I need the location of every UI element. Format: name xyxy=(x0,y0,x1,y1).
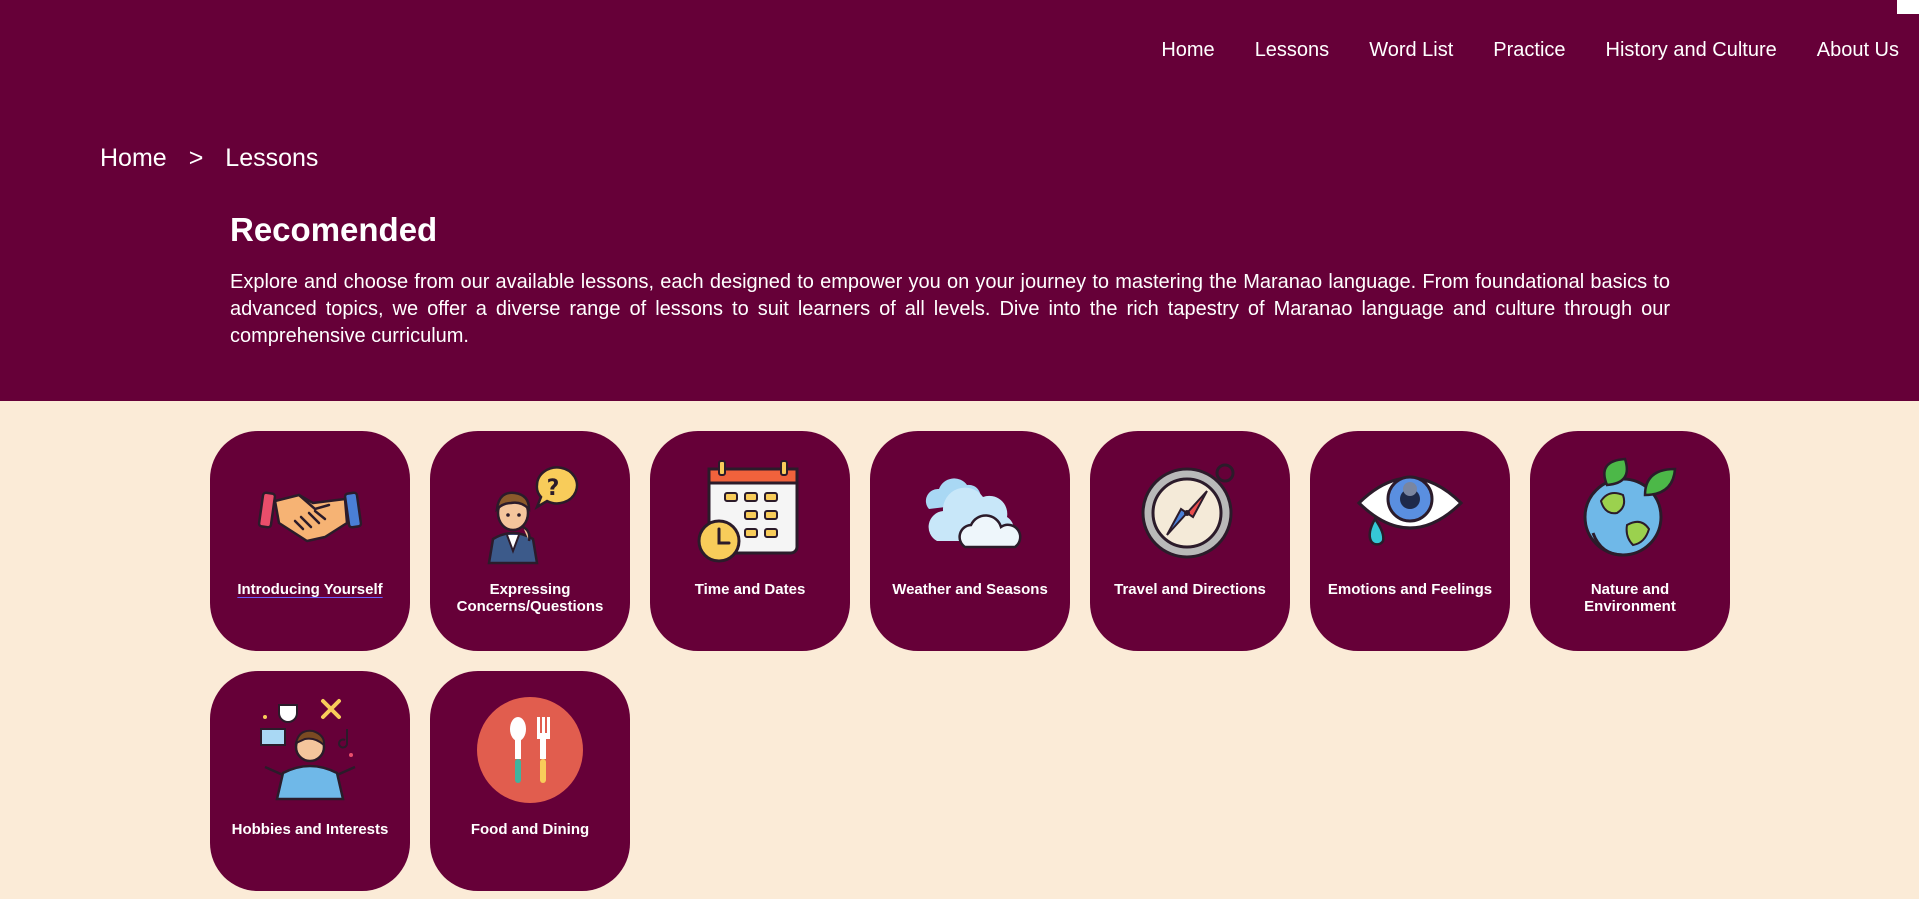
breadcrumb-separator: > xyxy=(188,144,204,172)
lesson-label: Expressing Concerns/Questions xyxy=(456,581,604,615)
nav-practice[interactable]: Practice xyxy=(1493,38,1565,62)
lesson-card-introducing-yourself[interactable]: Introducing Yourself xyxy=(210,431,410,651)
handshake-icon xyxy=(255,455,365,565)
breadcrumb: Home > Lessons xyxy=(100,143,318,173)
lesson-label: Weather and Seasons xyxy=(892,581,1048,598)
lesson-card-hobbies-and-interests[interactable]: Hobbies and Interests xyxy=(210,671,410,891)
svg-text:?: ? xyxy=(547,476,560,501)
hero-section: Home Lessons Word List Practice History … xyxy=(0,0,1919,401)
lesson-label: Introducing Yourself xyxy=(237,581,383,598)
lesson-card-nature-and-environment[interactable]: Nature and Environment xyxy=(1530,431,1730,651)
lesson-card-time-and-dates[interactable]: Time and Dates xyxy=(650,431,850,651)
lesson-label: Travel and Directions xyxy=(1114,581,1266,598)
nav-lessons[interactable]: Lessons xyxy=(1255,38,1330,62)
nav-history-culture[interactable]: History and Culture xyxy=(1606,38,1777,62)
lesson-grid: Introducing Yourself ? Expressing Concer… xyxy=(210,431,1760,891)
lesson-card-expressing-concerns[interactable]: ? Expressing Concerns/Questions xyxy=(430,431,630,651)
lesson-label: Hobbies and Interests xyxy=(231,821,389,838)
lesson-label: Emotions and Feelings xyxy=(1327,581,1493,598)
spoon-fork-icon xyxy=(475,695,585,805)
lesson-label: Time and Dates xyxy=(694,581,806,598)
lesson-card-weather-and-seasons[interactable]: Weather and Seasons xyxy=(870,431,1070,651)
lesson-card-travel-and-directions[interactable]: Travel and Directions xyxy=(1090,431,1290,651)
nav-word-list[interactable]: Word List xyxy=(1369,38,1453,62)
page-description: Explore and choose from our available le… xyxy=(230,271,1670,347)
nav-home[interactable]: Home xyxy=(1161,38,1214,62)
nav-about-us[interactable]: About Us xyxy=(1817,38,1899,62)
lesson-card-food-and-dining[interactable]: Food and Dining xyxy=(430,671,630,891)
person-hobbies-icon xyxy=(255,695,365,805)
crying-eye-icon xyxy=(1355,455,1465,565)
page-title: Recomended xyxy=(230,211,438,248)
breadcrumb-current: Lessons xyxy=(225,144,319,172)
compass-icon xyxy=(1135,455,1245,565)
clouds-icon xyxy=(915,455,1025,565)
lesson-card-emotions-and-feelings[interactable]: Emotions and Feelings xyxy=(1310,431,1510,651)
lesson-label: Food and Dining xyxy=(470,821,590,838)
calendar-clock-icon xyxy=(695,455,805,565)
lesson-label: Nature and Environment xyxy=(1584,581,1676,615)
person-question-icon: ? xyxy=(475,455,585,565)
breadcrumb-home[interactable]: Home xyxy=(100,143,167,173)
earth-leaves-icon xyxy=(1575,455,1685,565)
top-nav: Home Lessons Word List Practice History … xyxy=(1161,38,1899,62)
corner-box xyxy=(1897,0,1919,14)
